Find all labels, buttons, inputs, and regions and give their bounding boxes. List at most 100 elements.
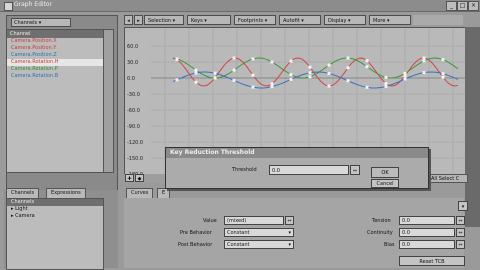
- channel-item[interactable]: Camera.Rotation.B: [7, 73, 103, 80]
- channel-list-scrollbar[interactable]: [103, 29, 114, 173]
- keyframe-marker[interactable]: [422, 56, 426, 60]
- value-stepper-icon[interactable]: ⇔: [285, 216, 294, 225]
- keyframe-marker[interactable]: [308, 71, 312, 75]
- keyframe-marker[interactable]: [232, 68, 236, 72]
- bias-field[interactable]: 0.0: [399, 240, 455, 249]
- keyframe-marker[interactable]: [194, 71, 198, 75]
- keys-menu[interactable]: Keys ▾: [187, 15, 231, 25]
- keyframe-marker[interactable]: [175, 78, 179, 82]
- threshold-field[interactable]: 0.0: [269, 165, 349, 175]
- keyframe-marker[interactable]: [270, 82, 274, 86]
- keyframe-marker[interactable]: [289, 59, 293, 63]
- post-behavior-select[interactable]: Constant ▾: [224, 240, 294, 249]
- footprints-menu[interactable]: Footprints ▾: [234, 15, 276, 25]
- cancel-button[interactable]: Cancel: [371, 179, 399, 188]
- keyframe-marker[interactable]: [441, 75, 445, 79]
- keyframe-marker[interactable]: [327, 71, 331, 75]
- keyframe-marker[interactable]: [365, 59, 369, 63]
- selection-menu[interactable]: Selection ▾: [144, 15, 184, 25]
- all-select-button[interactable]: All Select C: [428, 174, 468, 183]
- keyframe-marker[interactable]: [441, 58, 445, 62]
- maximize-icon[interactable]: □: [457, 1, 468, 11]
- threshold-stepper-icon[interactable]: ⇔: [350, 165, 360, 175]
- keyframe-marker[interactable]: [194, 68, 198, 72]
- tension-field[interactable]: 0.0: [399, 216, 455, 225]
- keyframe-marker[interactable]: [422, 59, 426, 63]
- title-bar: Graph Editor _ □ ×: [0, 0, 480, 12]
- toolbar-left-arrow-icon[interactable]: ◂: [124, 15, 133, 25]
- channel-item[interactable]: Camera.Position.X: [7, 38, 103, 45]
- dropdown-arrow-icon[interactable]: ▾: [458, 201, 468, 211]
- window-title: Graph Editor: [14, 1, 53, 8]
- keyframe-marker[interactable]: [213, 71, 217, 75]
- y-axis-label: 30.0: [127, 60, 139, 66]
- y-axis-label: -90.0: [127, 124, 140, 130]
- channel-item-label: Camera.Position.Z: [11, 52, 57, 58]
- keyframe-marker[interactable]: [327, 63, 331, 67]
- pre-behavior-select[interactable]: Constant ▾: [224, 228, 294, 237]
- keyframe-marker[interactable]: [308, 75, 312, 79]
- keyframe-marker[interactable]: [232, 56, 236, 60]
- channel-item-label: Camera.Position.Y: [11, 45, 57, 51]
- keyframe-marker[interactable]: [384, 82, 388, 86]
- keyframe-marker[interactable]: [365, 85, 369, 89]
- y-axis-label: -60.0: [127, 108, 140, 114]
- keyframe-marker[interactable]: [403, 71, 407, 75]
- minimize-icon[interactable]: _: [446, 1, 457, 11]
- keyframe-marker[interactable]: [251, 85, 255, 89]
- toolbar-right-arrow-icon[interactable]: ▸: [134, 15, 143, 25]
- channel-item[interactable]: Camera.Rotation.P: [7, 66, 103, 73]
- keyframe-marker[interactable]: [232, 78, 236, 82]
- keyframe-marker[interactable]: [346, 79, 350, 83]
- keyframe-marker[interactable]: [346, 66, 350, 70]
- bias-label: Bias: [384, 242, 395, 248]
- ok-button[interactable]: OK: [371, 167, 399, 178]
- channel-tree: Channels ▸ Light ▸ Camera: [6, 198, 104, 270]
- keyframe-marker[interactable]: [175, 57, 179, 61]
- tree-item-light[interactable]: ▸ Light: [7, 206, 103, 213]
- continuity-stepper-icon[interactable]: ⇔: [456, 228, 465, 237]
- keyframe-marker[interactable]: [251, 57, 255, 61]
- keyframe-marker[interactable]: [346, 56, 350, 60]
- toolbar-icon-strip: [413, 15, 463, 25]
- keyframe-marker[interactable]: [384, 84, 388, 88]
- keyframe-marker[interactable]: [441, 72, 445, 76]
- y-axis-label: 60.0: [127, 44, 139, 50]
- post-behavior-label: Post Behavior: [178, 242, 213, 248]
- keyframe-marker[interactable]: [327, 84, 331, 88]
- keyframe-marker[interactable]: [422, 71, 426, 75]
- keyframe-marker[interactable]: [365, 65, 369, 69]
- move-icon[interactable]: ✚: [125, 174, 134, 182]
- tree-header: Channels: [7, 199, 103, 206]
- autofit-label: Autofit: [283, 18, 300, 24]
- keyframe-marker[interactable]: [270, 60, 274, 64]
- tree-item-camera[interactable]: ▸ Camera: [7, 213, 103, 220]
- channel-item[interactable]: Camera.Position.Z: [7, 52, 103, 59]
- channel-view-dropdown[interactable]: Channels ▾: [11, 18, 71, 27]
- threshold-label: Threshold: [232, 167, 257, 173]
- keyframe-marker[interactable]: [403, 77, 407, 81]
- value-label: Value: [203, 218, 217, 224]
- keyframe-marker[interactable]: [289, 73, 293, 77]
- continuity-field[interactable]: 0.0: [399, 228, 455, 237]
- keyframe-marker[interactable]: [213, 76, 217, 80]
- close-icon[interactable]: ×: [468, 1, 479, 11]
- graph-editor-window: Graph Editor _ □ × Channels ▾ Channel Ca…: [0, 0, 480, 270]
- keyframe-marker[interactable]: [194, 80, 198, 84]
- pan-icon[interactable]: ◆: [135, 174, 144, 182]
- keyframe-marker[interactable]: [289, 77, 293, 81]
- bias-stepper-icon[interactable]: ⇔: [456, 240, 465, 249]
- more-label: More: [373, 18, 386, 24]
- keyframe-marker[interactable]: [308, 65, 312, 69]
- more-menu[interactable]: More ▾: [369, 15, 411, 25]
- channel-item[interactable]: Camera.Rotation.H: [7, 59, 103, 66]
- keyframe-marker[interactable]: [384, 75, 388, 79]
- channel-item[interactable]: Camera.Position.Y: [7, 45, 103, 52]
- display-menu[interactable]: Display ▾: [324, 15, 366, 25]
- tension-stepper-icon[interactable]: ⇔: [456, 216, 465, 225]
- value-field[interactable]: (mixed): [224, 216, 284, 225]
- keyframe-marker[interactable]: [270, 85, 274, 89]
- reset-tcb-button[interactable]: Reset TCB: [399, 256, 465, 266]
- keyframe-marker[interactable]: [251, 73, 255, 77]
- autofit-menu[interactable]: Autofit ▾: [279, 15, 321, 25]
